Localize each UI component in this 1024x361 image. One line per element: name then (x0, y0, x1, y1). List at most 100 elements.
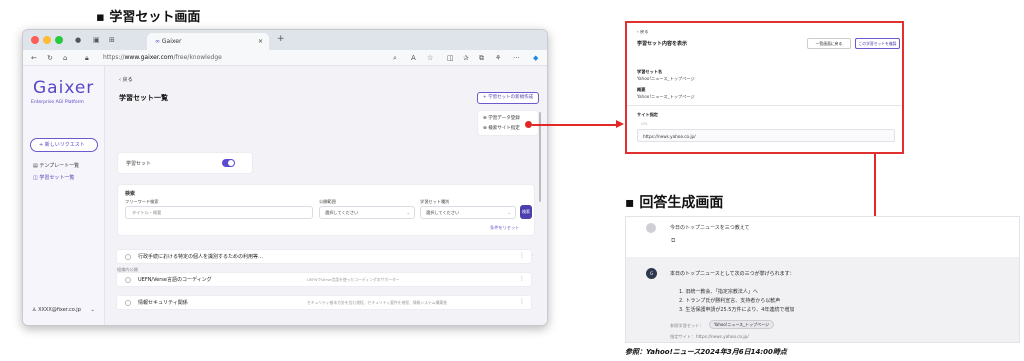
answer-item-1: 1. 旧統一教会、「指定宗教法人」へ (679, 289, 758, 295)
sidebar-item-templates[interactable]: ▤ テンプレート一覧 (33, 162, 79, 169)
table-row[interactable]: UEFN/Verse言語のコーディング UEFNでVerse言語を使ったコーディ… (116, 272, 532, 287)
search-button[interactable]: 検索 (520, 205, 532, 219)
row-name: 行政手続における特定の個人を識別するための利用等… (138, 254, 264, 260)
set-type-label: 学習セット種別 (420, 199, 450, 204)
radio-button[interactable] (125, 277, 131, 283)
user-menu[interactable]: ♙ XXXX@fixer.co.jp ⌄ (32, 307, 95, 313)
reload-icon[interactable]: ↻ (47, 52, 53, 64)
tab-close-icon[interactable]: × (258, 33, 263, 50)
reference-set-tag[interactable]: Yahoo!ニュース_トップページ (709, 320, 775, 329)
divider (627, 105, 902, 106)
new-request-button[interactable]: + 新しいリクエスト (30, 138, 98, 152)
extensions-icon[interactable]: ⚘ (495, 52, 501, 64)
site-ref-label: 指定サイト： (670, 334, 696, 339)
favorites-bar-icon[interactable]: ✰ (463, 52, 469, 64)
maximize-window-icon[interactable] (55, 36, 63, 44)
section-title-learning-set: ▪ 学習セット画面 (96, 10, 201, 25)
lock-icon: 🔒︎ (85, 54, 89, 62)
section-title-answer: ▪ 回答生成画面 (625, 195, 724, 211)
reference-caption: 参照：Yahoo!ニュース2024年3月6日14:00時点 (625, 348, 787, 356)
freeword-input[interactable]: タイトル・概要 (125, 206, 313, 219)
sidebar-item-learning-sets[interactable]: ◫ 学習セット一覧 (33, 174, 74, 181)
search-icon[interactable]: ⌕ (393, 52, 397, 64)
chevron-down-icon: ⌄ (507, 210, 511, 215)
minimize-window-icon[interactable] (43, 36, 51, 44)
favorite-icon[interactable]: ☆ (427, 52, 433, 64)
new-tab-icon[interactable]: + (277, 33, 285, 45)
site-ref-url[interactable]: https://news.yahoo.co.jp/ (696, 334, 749, 339)
row-name: 情報セキュリティ関係 (138, 300, 188, 306)
logo: Gaixer (33, 78, 95, 98)
back-to-list-button[interactable]: 一覧画面に戻る (807, 38, 851, 49)
more-options-icon[interactable]: ⋮ (519, 252, 525, 259)
split-screen-icon[interactable]: ◫ (447, 52, 454, 64)
freeword-label: フリーワード検索 (125, 199, 159, 204)
radio-button[interactable] (125, 300, 131, 306)
gaixer-avatar-icon: G (646, 268, 657, 279)
search-card: 検索 フリーワード検索 タイトル・概要 公開範囲 選択してください ⌄ 学習セット… (117, 184, 535, 236)
set-type-value: 選択してください (426, 210, 460, 215)
address-bar: ← ↻ ⌂ 🔒︎ https://www.gaixer.com/free/kno… (23, 50, 547, 66)
close-window-icon[interactable] (31, 36, 39, 44)
home-icon[interactable]: ⌂ (63, 52, 67, 64)
learning-set-toggle[interactable] (222, 159, 235, 167)
copilot-icon[interactable]: ◆ (533, 52, 538, 64)
tab-favicon-icon: ∞ (155, 38, 162, 45)
user-message-row: 今日のトップニュースを三つ教えて ⧉ (626, 217, 1019, 257)
collections-icon[interactable]: ⧉ (479, 52, 484, 64)
reset-conditions-link[interactable]: 条件をリセット (490, 225, 519, 231)
detail-back-link[interactable]: ‹ 戻る (637, 29, 648, 35)
browser-tab[interactable]: ∞ Gaixer × (147, 33, 269, 50)
workspace-icon[interactable]: ⊞ (109, 34, 115, 46)
url-prefix: https:// (103, 54, 125, 61)
dropdown-item-label: 学習データ登録 (488, 116, 520, 121)
arrow-head-icon (616, 120, 624, 128)
toggle-label: 学習セット (126, 161, 152, 167)
set-name-label: 学習セット名 (637, 69, 663, 74)
page-title: 学習セット一覧 (119, 94, 168, 102)
table-row[interactable]: 行政手続における特定の個人を識別するための利用等… ⋮ (116, 249, 532, 264)
back-link[interactable]: ‹ 戻る (119, 76, 133, 83)
user-email: XXXX@fixer.co.jp (38, 307, 81, 313)
public-range-label: 公開範囲 (319, 199, 336, 204)
radio-button[interactable] (125, 254, 131, 260)
site-label: サイト指定 (637, 112, 658, 117)
dropdown-item-register[interactable]: ⊕ 学習データ登録 (483, 115, 520, 121)
more-options-icon[interactable]: ⋮ (519, 298, 525, 305)
create-learning-set-button[interactable]: + 学習セットの新規作成 (477, 92, 539, 104)
back-icon[interactable]: ← (31, 52, 37, 64)
chevron-down-icon: ⌄ (90, 307, 95, 313)
answer-item-3: 3. 生活保護申請が25.5万件により、4年連続で増加 (679, 307, 795, 313)
row-name: UEFN/Verse言語のコーディング (138, 277, 212, 283)
summary-label: 概要 (637, 87, 646, 92)
more-menu-icon[interactable]: ··· (513, 52, 520, 64)
profile-icon[interactable]: ● (75, 34, 81, 46)
learning-set-toggle-card: 学習セット (117, 152, 253, 174)
sidebar-item-label: 学習セット一覧 (39, 175, 75, 181)
set-name-value: Yahoo!ニュース_トップページ (637, 76, 695, 81)
answer-screen: 今日のトップニュースを三つ教えて ⧉ G 本日のトップニュースとして次の三つが挙… (625, 216, 1020, 343)
dropdown-item-site[interactable]: ⊗ 検索サイト指定 (483, 125, 520, 131)
url-field[interactable]: https://www.gaixer.com/free/knowledge (103, 52, 222, 64)
duplicate-set-button[interactable]: この学習セットを複製 (855, 38, 900, 49)
search-heading: 検索 (125, 191, 136, 197)
more-options-icon[interactable]: ⋮ (519, 275, 525, 282)
read-aloud-icon[interactable]: A (411, 52, 416, 64)
logo-subtitle: Enterprise AGI Platform (31, 100, 84, 105)
copy-icon[interactable]: ⧉ (671, 237, 675, 245)
tab-actions-icon[interactable]: ▣ (93, 34, 100, 46)
tab-title: Gaixer (161, 38, 182, 45)
freeword-placeholder: タイトル・概要 (132, 210, 162, 215)
dropdown-item-label: 検索サイト指定 (488, 126, 520, 131)
public-range-select[interactable]: 選択してください ⌄ (319, 206, 415, 219)
table-row[interactable]: 情報セキュリティ関係 セキュリティ基本方針を含む規程、セキュリティ要件を規程、情… (116, 295, 532, 310)
row-description: セキュリティ基本方針を含む規程、セキュリティ要件を規程、情報システム構築書 (307, 300, 447, 305)
scrollbar[interactable] (539, 112, 541, 202)
answer-item-2: 2. トランプ氏が勝利宣言、支持者から以歓声 (679, 298, 781, 304)
set-type-select[interactable]: 選択してください ⌄ (420, 206, 516, 219)
detail-title: 学習セット内容を表示 (637, 41, 688, 47)
user-avatar (646, 223, 656, 233)
site-url-field: https://news.yahoo.co.jp/ (637, 129, 895, 142)
chevron-down-icon: ⌄ (406, 210, 410, 215)
sidebar: Gaixer Enterprise AGI Platform + 新しいリクエス… (23, 66, 105, 325)
